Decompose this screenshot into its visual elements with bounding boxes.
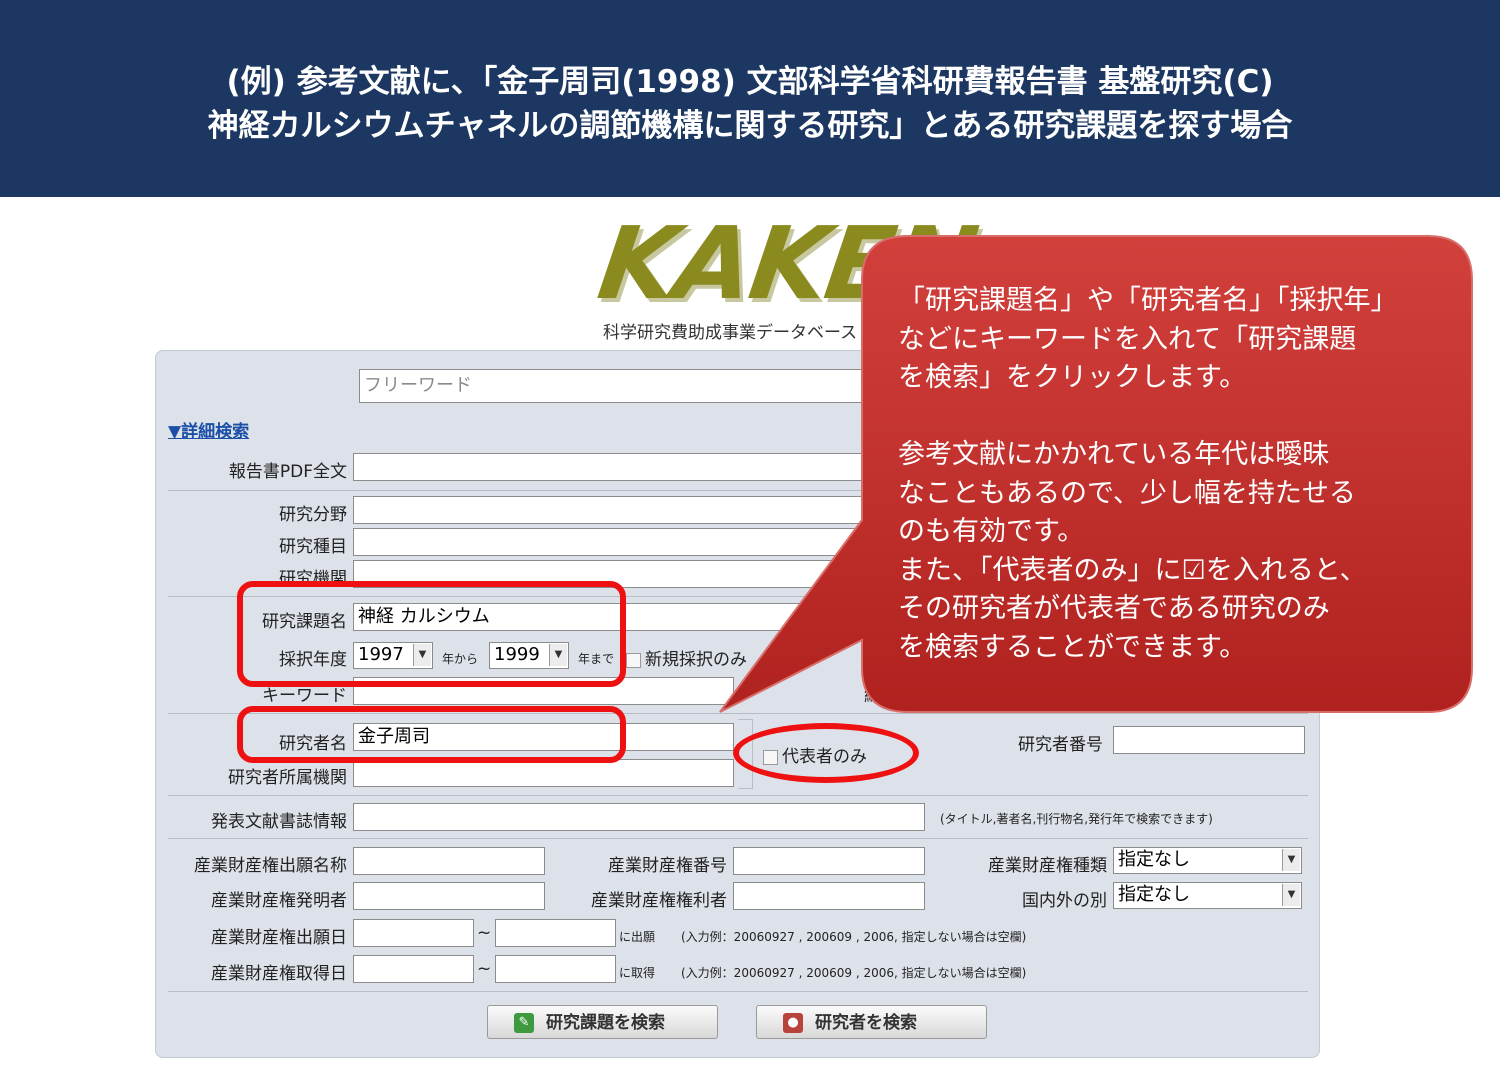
callout-text: 「研究課題名」や「研究者名」「採択年」 などにキーワードを入れて「研究課題 を検… (898, 285, 1398, 663)
